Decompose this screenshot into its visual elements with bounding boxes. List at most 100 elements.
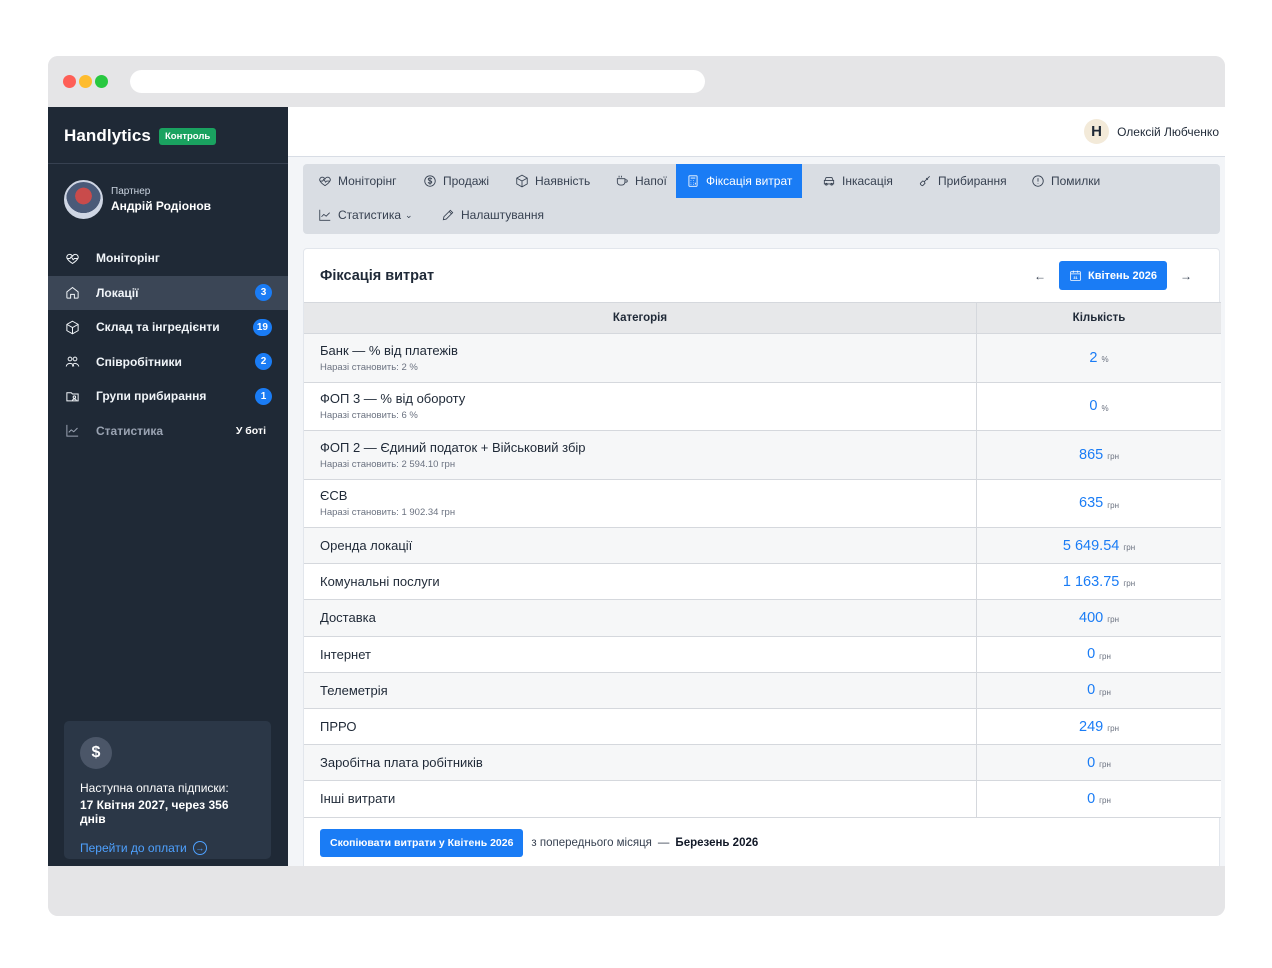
tab-label: Продажі — [443, 174, 490, 188]
profile-role: Партнер — [111, 186, 151, 197]
calendar-icon: 31 — [1070, 270, 1081, 281]
amount-value[interactable]: 0 — [1087, 791, 1095, 807]
tab-sales[interactable]: Продажі — [413, 164, 499, 198]
copy-expenses-row: Скопіювати витрати у Квітень 2026 з попе… — [320, 829, 758, 857]
amount-unit: грн — [1107, 452, 1119, 462]
category-name: ФОП 3 — % від обороту — [320, 391, 466, 407]
amount-value[interactable]: 0 — [1087, 755, 1095, 771]
tab-collection[interactable]: Інкасація — [812, 164, 903, 198]
amount-unit: % — [1101, 403, 1109, 413]
amount-unit: грн — [1099, 687, 1111, 697]
cup-icon — [616, 175, 628, 186]
dollar-circle-icon — [424, 175, 436, 187]
amount-cell[interactable]: 0 грн — [977, 637, 1221, 672]
tab-settings[interactable]: Налаштування — [431, 198, 554, 232]
svg-text:31: 31 — [1073, 276, 1077, 280]
month-picker-button[interactable]: 31 Квітень 2026 — [1059, 261, 1167, 290]
sidebar-item-cleaning-groups[interactable]: Групи прибирання 1 — [48, 379, 288, 414]
amount-value[interactable]: 0 — [1087, 646, 1095, 662]
prev-month-button[interactable]: ← — [1033, 269, 1047, 283]
tab-availability[interactable]: Наявність — [505, 164, 600, 198]
box-icon — [64, 319, 80, 335]
amount-cell[interactable]: 865 грн — [977, 431, 1221, 479]
amount-unit: грн — [1099, 796, 1111, 806]
tab-monitoring[interactable]: Моніторінг — [308, 164, 406, 198]
amount-value[interactable]: 0 — [1089, 398, 1097, 414]
category-note: Наразі становить: 2 % — [320, 361, 418, 373]
sidebar-item-monitoring[interactable]: Моніторінг — [48, 241, 288, 276]
tab-statistics[interactable]: Статистика ⌄ — [308, 198, 423, 232]
amount-cell[interactable]: 635 грн — [977, 480, 1221, 528]
amount-unit: грн — [1099, 651, 1111, 661]
category-name: Інші витрати — [320, 791, 396, 807]
amount-cell[interactable]: 249 грн — [977, 709, 1221, 744]
sidebar-item-employees[interactable]: Співробітники 2 — [48, 345, 288, 380]
amount-value[interactable]: 5 649.54 — [1063, 538, 1119, 554]
amount-value[interactable]: 1 163.75 — [1063, 574, 1119, 590]
table-row: Інші витрати 0 грн — [304, 781, 1221, 818]
sidebar-item-label: Моніторінг — [96, 251, 160, 266]
chart-line-icon — [319, 209, 331, 221]
table-row: Комунальні послуги 1 163.75 грн — [304, 564, 1221, 601]
tab-label: Напої — [635, 174, 667, 188]
amount-cell[interactable]: 1 163.75 грн — [977, 564, 1221, 599]
heart-pulse-icon — [64, 250, 80, 266]
category-name: ПРРО — [320, 719, 357, 735]
tab-expenses[interactable]: Фіксація витрат — [676, 164, 803, 198]
copy-expenses-button[interactable]: Скопіювати витрати у Квітень 2026 — [320, 829, 524, 857]
table-body: Банк — % від платежів Наразі становить: 2… — [304, 334, 1221, 818]
brush-icon — [919, 176, 930, 187]
maximize-window-button[interactable] — [95, 75, 108, 88]
amount-cell[interactable]: 0 грн — [977, 673, 1221, 708]
amount-cell[interactable]: 0 грн — [977, 745, 1221, 780]
amount-value[interactable]: 2 — [1089, 350, 1097, 366]
amount-unit: грн — [1099, 760, 1111, 770]
sidebar-divider — [48, 163, 288, 164]
amount-cell[interactable]: 0% — [977, 383, 1221, 431]
minimize-window-button[interactable] — [79, 75, 92, 88]
tab-drinks[interactable]: Напої — [605, 164, 677, 198]
tab-cleaning[interactable]: Прибирання — [908, 164, 1017, 198]
close-window-button[interactable] — [63, 75, 76, 88]
go-to-payment-link[interactable]: Перейти до оплати → — [80, 841, 255, 855]
amount-cell[interactable]: 0 грн — [977, 781, 1221, 816]
tab-errors[interactable]: Помилки — [1021, 164, 1110, 198]
users-icon — [64, 354, 80, 370]
amount-cell[interactable]: 2% — [977, 334, 1221, 382]
table-header: Категорія Кількість — [304, 302, 1221, 334]
amount-unit: % — [1101, 355, 1109, 365]
avatar — [64, 180, 103, 219]
sidebar-item-statistics[interactable]: Статистика У боті — [48, 414, 288, 449]
plan-badge: Контроль — [158, 127, 217, 145]
main-content: H Олексій Любченко Моніторінг Продажі На… — [288, 107, 1225, 866]
profile[interactable]: Партнер Андрій Родіонов — [64, 180, 211, 219]
brand: Handlytics Контроль — [64, 126, 217, 146]
top-bar: H Олексій Любченко — [288, 107, 1225, 157]
category-name: Банк — % від платежів — [320, 342, 458, 358]
next-month-button[interactable]: → — [1179, 269, 1193, 283]
user-menu[interactable]: H Олексій Любченко — [1084, 119, 1219, 144]
amount-cell[interactable]: 5 649.54 грн — [977, 528, 1221, 563]
tab-label: Інкасація — [842, 174, 893, 188]
sidebar-item-inventory[interactable]: Склад та інгредієнти 19 — [48, 310, 288, 345]
sidebar-item-locations[interactable]: Локації 3 — [48, 275, 288, 310]
category-name: Інтернет — [320, 646, 371, 662]
count-badge: 1 — [255, 387, 272, 405]
count-badge: 2 — [255, 353, 272, 371]
tab-label: Налаштування — [461, 208, 544, 222]
alert-circle-icon — [1032, 175, 1044, 187]
amount-value[interactable]: 400 — [1079, 610, 1103, 626]
amount-value[interactable]: 865 — [1079, 447, 1103, 463]
amount-value[interactable]: 635 — [1079, 495, 1103, 511]
address-bar[interactable] — [130, 70, 705, 93]
amount-value[interactable]: 0 — [1087, 682, 1095, 698]
in-bot-tag: У боті — [235, 424, 266, 437]
sidebar-item-label: Групи прибирання — [96, 389, 207, 404]
tab-label: Моніторінг — [338, 174, 397, 188]
browser-toolbar — [48, 56, 1225, 107]
tab-label: Статистика — [338, 208, 402, 222]
amount-cell[interactable]: 400 грн — [977, 600, 1221, 635]
pencil-icon — [442, 209, 454, 221]
user-name: Олексій Любченко — [1117, 124, 1219, 139]
amount-value[interactable]: 249 — [1079, 719, 1103, 735]
